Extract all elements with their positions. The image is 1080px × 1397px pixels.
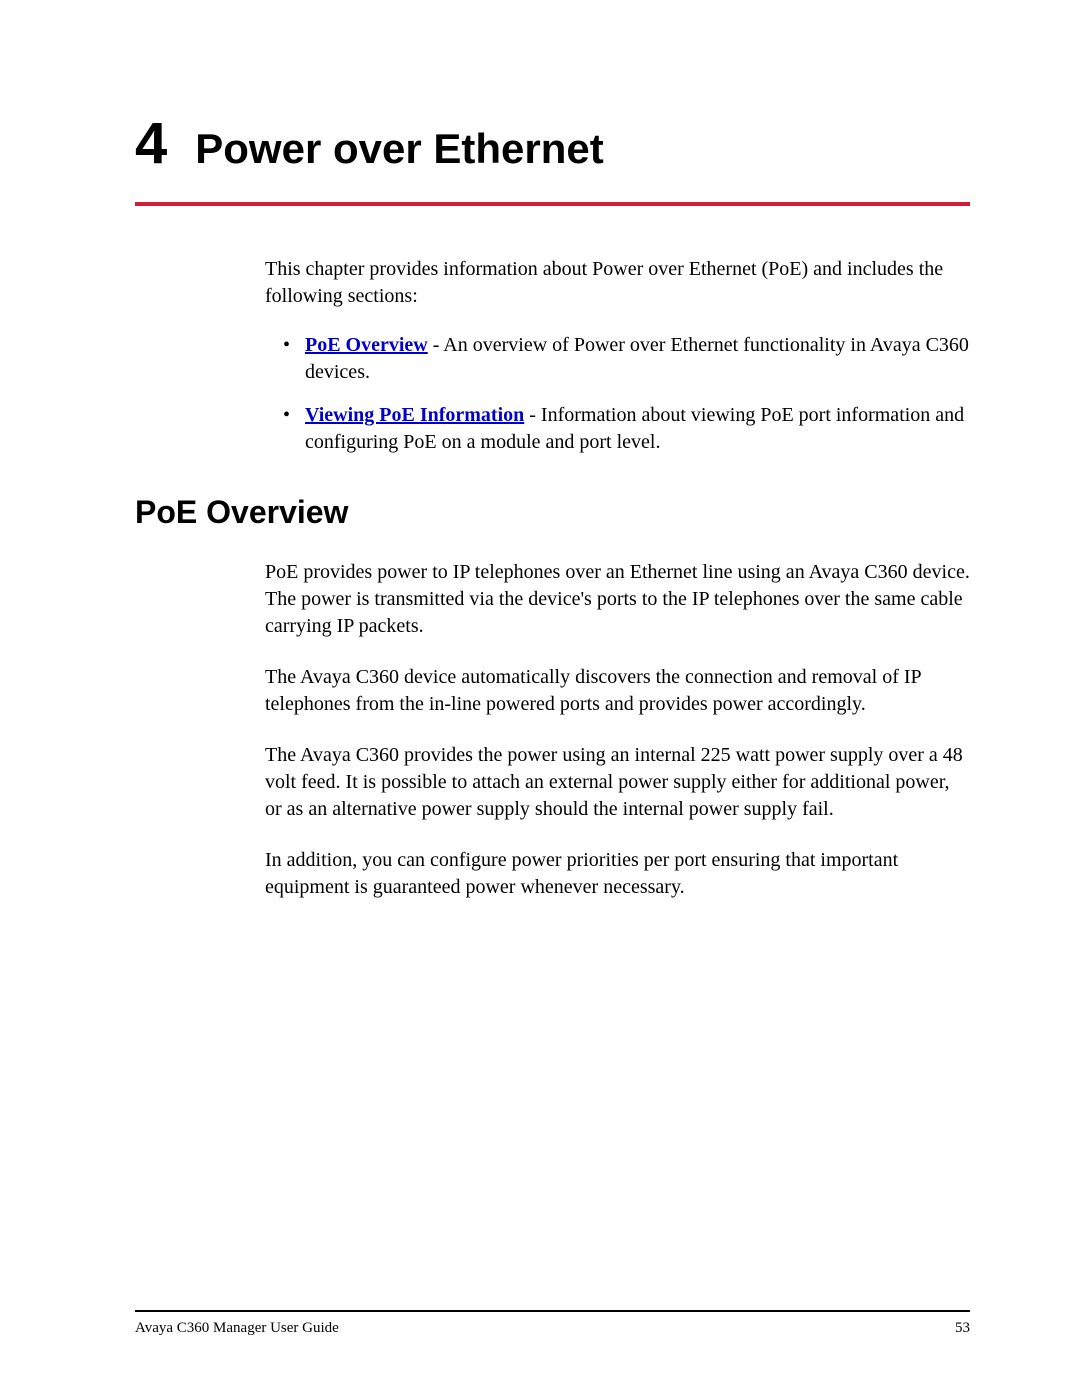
page-footer: Avaya C360 Manager User Guide 53 [135, 1310, 970, 1337]
intro-block: This chapter provides information about … [265, 256, 970, 456]
footer-left-text: Avaya C360 Manager User Guide [135, 1320, 339, 1337]
list-item: Viewing PoE Information - Information ab… [265, 402, 970, 456]
link-poe-overview[interactable]: PoE Overview [305, 334, 428, 356]
chapter-divider [135, 202, 970, 206]
chapter-title: Power over Ethernet [195, 125, 603, 173]
section-list: PoE Overview - An overview of Power over… [265, 332, 970, 456]
list-item: PoE Overview - An overview of Power over… [265, 332, 970, 386]
section-body: PoE provides power to IP telephones over… [265, 559, 970, 901]
intro-paragraph: This chapter provides information about … [265, 256, 970, 310]
footer-divider [135, 1310, 970, 1312]
page-number: 53 [955, 1320, 970, 1337]
chapter-number: 4 [135, 110, 167, 177]
body-paragraph: The Avaya C360 provides the power using … [265, 742, 970, 823]
body-paragraph: In addition, you can configure power pri… [265, 847, 970, 901]
body-paragraph: PoE provides power to IP telephones over… [265, 559, 970, 640]
footer-row: Avaya C360 Manager User Guide 53 [135, 1320, 970, 1337]
document-page: 4 Power over Ethernet This chapter provi… [0, 0, 1080, 1397]
body-paragraph: The Avaya C360 device automatically disc… [265, 664, 970, 718]
section-heading-poe-overview: PoE Overview [135, 494, 970, 531]
link-viewing-poe-information[interactable]: Viewing PoE Information [305, 404, 524, 426]
chapter-header: 4 Power over Ethernet [135, 110, 970, 177]
